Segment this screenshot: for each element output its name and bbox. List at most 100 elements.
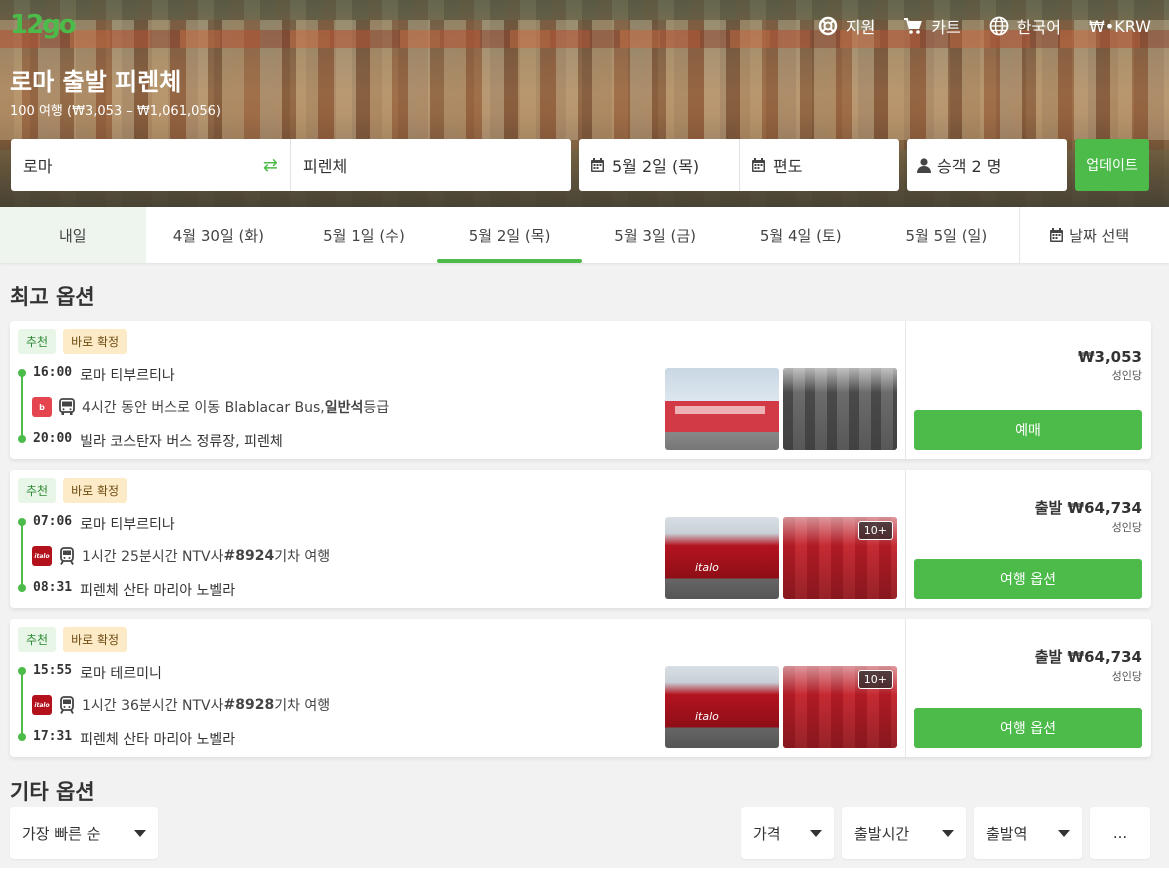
trip-badges: 추천 바로 확정 xyxy=(18,478,128,503)
departure-time: 15:55 xyxy=(33,663,73,678)
trip-description-prefix: 4시간 동안 버스로 이동 Blablacar Bus, xyxy=(82,400,325,416)
swap-icon[interactable]: ⇄ xyxy=(263,155,278,176)
passenger-value: 승객 2 명 xyxy=(937,157,1002,176)
date-tab-may3[interactable]: 5월 3일 (금) xyxy=(582,207,728,263)
from-value: 로마 xyxy=(23,157,53,176)
departure-station: 로마 테르미니 xyxy=(80,666,162,682)
departure-row: 15:55 로마 테르미니 xyxy=(33,663,162,683)
more-filters-label: ... xyxy=(1112,824,1128,842)
departure-time: 07:06 xyxy=(33,514,73,529)
italo-logo-icon: italo xyxy=(32,546,52,566)
trip-badges: 추천 바로 확정 xyxy=(18,627,128,652)
nav-support[interactable]: 지원 xyxy=(818,14,875,38)
bus-icon xyxy=(59,398,75,415)
date-tab-may1[interactable]: 5월 1일 (수) xyxy=(291,207,437,263)
calendar-icon xyxy=(591,158,604,172)
to-field[interactable]: 피렌체 xyxy=(291,139,571,191)
more-photos-badge: 10+ xyxy=(857,670,893,689)
date-tab-may5[interactable]: 5월 5일 (일) xyxy=(874,207,1020,263)
price-amount: ₩3,053 xyxy=(1078,348,1142,366)
trip-photos[interactable]: 10+ xyxy=(665,517,897,599)
departure-time: 16:00 xyxy=(33,365,73,380)
arrival-row: 08:31 피렌체 산타 마리아 노벨라 xyxy=(33,580,235,600)
train-exterior-photo[interactable] xyxy=(665,517,779,599)
train-exterior-photo[interactable] xyxy=(665,666,779,748)
passenger-field[interactable]: 승객 2 명 xyxy=(907,139,1067,191)
nav-language[interactable]: 한국어 xyxy=(989,14,1061,38)
trip-options-button[interactable]: 여행 옵션 xyxy=(914,559,1142,599)
date-field[interactable]: 5월 2일 (목) xyxy=(579,139,739,191)
book-button[interactable]: 예매 xyxy=(914,410,1142,450)
route-timeline xyxy=(18,518,26,592)
bus-interior-photo[interactable] xyxy=(783,368,897,450)
globe-icon xyxy=(989,16,1009,36)
calendar-icon xyxy=(752,158,765,172)
trip-badges: 추천 바로 확정 xyxy=(18,329,128,354)
trip-photos[interactable]: 10+ xyxy=(665,666,897,748)
best-options-title: 최고 옵션 xyxy=(10,285,95,309)
logo-text: 12go xyxy=(10,10,77,40)
trip-details: 추천 바로 확정 16:00 로마 티부르티나 b 4시간 동안 버스로 이동 … xyxy=(10,321,906,459)
trip-description: italo 1시간 25분시간 NTV사 #8924 기차 여행 xyxy=(32,546,330,566)
date-tab-tomorrow[interactable]: 내일 xyxy=(0,207,146,263)
price-amount: 출발 ₩64,734 xyxy=(1034,499,1142,517)
nav-currency[interactable]: ₩•KRW xyxy=(1089,17,1151,36)
lifebuoy-icon xyxy=(818,16,838,36)
trip-description-suffix: 등급 xyxy=(363,400,390,416)
date-tab-apr30[interactable]: 4월 30일 (화) xyxy=(146,207,292,263)
date-picker-button[interactable]: 날짜 선택 xyxy=(1019,207,1159,263)
trip-description: italo 1시간 36분시간 NTV사 #8928 기차 여행 xyxy=(32,695,330,715)
arrival-station: 빌라 코스탄자 버스 정류장, 피렌체 xyxy=(80,434,283,450)
arrival-row: 17:31 피렌체 산타 마리아 노벨라 xyxy=(33,729,235,749)
date-tab-may4[interactable]: 5월 4일 (토) xyxy=(728,207,874,263)
train-icon xyxy=(60,547,74,565)
trip-description-prefix: 1시간 36분시간 NTV사 xyxy=(82,698,224,714)
trip-options-button[interactable]: 여행 옵션 xyxy=(914,708,1142,748)
date-value: 5월 2일 (목) xyxy=(612,157,700,176)
trip-card[interactable]: 추천 바로 확정 16:00 로마 티부르티나 b 4시간 동안 버스로 이동 … xyxy=(10,321,1151,459)
train-interior-photo[interactable]: 10+ xyxy=(783,666,897,748)
chevron-down-icon xyxy=(810,829,822,837)
chevron-down-icon xyxy=(134,829,146,837)
price-unit: 성인당 xyxy=(1111,521,1142,534)
arrival-row: 20:00 빌라 코스탄자 버스 정류장, 피렌체 xyxy=(33,431,283,451)
trip-photos[interactable] xyxy=(665,368,897,450)
trip-type-field[interactable]: 편도 xyxy=(739,139,899,191)
trip-description-prefix: 1시간 25분시간 NTV사 xyxy=(82,549,224,565)
price-filter[interactable]: 가격 xyxy=(741,807,834,859)
trip-pricing: 출발 ₩64,734 성인당 여행 옵션 xyxy=(906,619,1151,757)
instant-confirm-badge: 바로 확정 xyxy=(63,627,128,652)
sort-dropdown[interactable]: 가장 빠른 순 xyxy=(10,807,158,859)
train-interior-photo[interactable]: 10+ xyxy=(783,517,897,599)
departure-station-filter[interactable]: 출발역 xyxy=(974,807,1082,859)
trip-description: b 4시간 동안 버스로 이동 Blablacar Bus, 일반석 등급 xyxy=(32,397,389,417)
search-bar: 로마 ⇄ 피렌체 5월 2일 (목) 편도 승객 2 명 업데이트 xyxy=(11,139,1149,191)
more-filters-button[interactable]: ... xyxy=(1090,807,1150,859)
seat-class: 일반석 xyxy=(324,400,364,416)
date-tab-may2[interactable]: 5월 2일 (목) xyxy=(436,207,583,263)
nav-cart[interactable]: 카트 xyxy=(903,14,961,38)
from-field[interactable]: 로마 ⇄ xyxy=(11,139,291,191)
results-list-edge xyxy=(0,868,1169,873)
site-logo[interactable]: 12go xyxy=(10,10,77,44)
date-tabs: 내일 4월 30일 (화) 5월 1일 (수) 5월 2일 (목) 5월 3일 … xyxy=(0,207,1169,263)
train-number: #8924 xyxy=(223,548,275,564)
departure-row: 07:06 로마 티부르티나 xyxy=(33,514,175,534)
price-unit: 성인당 xyxy=(1111,369,1142,382)
departure-station: 로마 티부르티나 xyxy=(80,517,175,533)
route-timeline xyxy=(18,667,26,741)
sort-value: 가장 빠른 순 xyxy=(22,824,101,843)
date-selector: 5월 2일 (목) 편도 xyxy=(579,139,899,191)
bus-exterior-photo[interactable] xyxy=(665,368,779,450)
train-number: #8928 xyxy=(223,697,275,713)
trip-card[interactable]: 추천 바로 확정 07:06 로마 티부르티나 italo 1시간 25분시간 … xyxy=(10,470,1151,608)
chevron-down-icon xyxy=(1058,829,1070,837)
departure-time-filter[interactable]: 출발시간 xyxy=(842,807,966,859)
update-button[interactable]: 업데이트 xyxy=(1075,139,1149,191)
cart-icon xyxy=(904,18,923,34)
trip-card[interactable]: 추천 바로 확정 15:55 로마 테르미니 italo 1시간 36분시간 N… xyxy=(10,619,1151,757)
price-block: 출발 ₩64,734 성인당 xyxy=(1035,497,1142,535)
date-picker-label: 날짜 선택 xyxy=(1069,226,1130,245)
to-value: 피렌체 xyxy=(303,157,348,176)
more-photos-badge: 10+ xyxy=(857,521,893,540)
